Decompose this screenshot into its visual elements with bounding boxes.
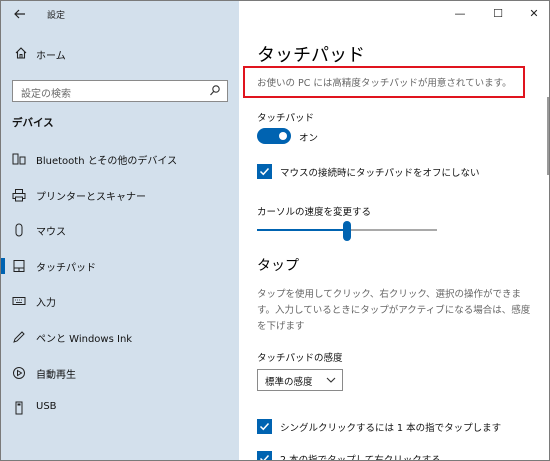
sensitivity-value: 標準の感度 xyxy=(265,377,313,388)
cursor-speed-fill xyxy=(257,229,347,231)
touchpad-label: タッチパッド xyxy=(257,113,315,124)
title-bar: 設定 xyxy=(1,1,239,29)
sidebar-item-label: ペンと Windows Ink xyxy=(36,334,133,345)
keyboard-icon xyxy=(12,297,26,305)
search-icon xyxy=(210,85,220,96)
section-label-devices: デバイス xyxy=(12,117,54,129)
sidebar-item-label: 自動再生 xyxy=(36,370,76,381)
page-title: タッチパッド xyxy=(257,45,365,66)
usb-icon xyxy=(15,401,23,415)
two-finger-tap-label: 2 本の指でタップして右クリックする xyxy=(280,455,441,461)
app-title: 設定 xyxy=(47,11,66,21)
maximize-button[interactable]: ☐ xyxy=(481,1,515,29)
home-icon xyxy=(15,47,27,59)
sidebar-item-touchpad[interactable]: タッチパッド xyxy=(1,251,239,281)
checkmark-icon xyxy=(259,422,270,431)
cursor-speed-thumb[interactable] xyxy=(343,221,351,241)
search-placeholder: 設定の検索 xyxy=(21,89,71,100)
selected-indicator xyxy=(1,258,5,274)
sidebar-item-label: プリンターとスキャナー xyxy=(36,192,146,203)
pen-icon xyxy=(13,331,25,343)
sidebar-item-label: USB xyxy=(36,401,57,412)
leave-on-with-mouse-checkbox[interactable] xyxy=(257,164,272,179)
tap-description: タップを使用してクリック、右クリック、選択の操作ができます。入力しているときにタ… xyxy=(257,289,531,332)
cursor-speed-label: カーソルの速度を変更する xyxy=(257,207,372,218)
printer-icon xyxy=(12,189,26,202)
home-link[interactable]: ホーム xyxy=(1,41,239,67)
sidebar-item-label: Bluetooth とその他のデバイス xyxy=(36,156,178,167)
sidebar-item-printers[interactable]: プリンターとスキャナー xyxy=(1,180,239,210)
sensitivity-dropdown[interactable]: 標準の感度 xyxy=(257,369,343,391)
sidebar-item-label: 入力 xyxy=(36,298,56,309)
sidebar-item-usb[interactable]: USB xyxy=(1,393,239,423)
single-tap-checkbox[interactable] xyxy=(257,419,272,434)
touchpad-icon xyxy=(13,260,25,272)
sidebar-item-mouse[interactable]: マウス xyxy=(1,215,239,245)
precision-touchpad-info: お使いの PC には高精度タッチパッドが用意されています。 xyxy=(257,78,512,89)
home-label: ホーム xyxy=(36,51,66,62)
tap-section-title: タップ xyxy=(257,258,299,274)
touchpad-toggle[interactable] xyxy=(257,128,291,144)
minimize-button[interactable]: — xyxy=(443,1,477,29)
sidebar-item-bluetooth[interactable]: Bluetooth とその他のデバイス xyxy=(1,144,239,174)
mouse-icon xyxy=(15,223,23,237)
search-input[interactable]: 設定の検索 xyxy=(12,80,228,102)
sidebar: 設定 ホーム 設定の検索 デバイス Bluetooth とその他のデバイス プリ… xyxy=(1,1,239,460)
sensitivity-label: タッチパッドの感度 xyxy=(257,353,343,364)
back-arrow-icon xyxy=(14,9,25,19)
toggle-knob xyxy=(279,132,287,140)
scrollbar[interactable] xyxy=(547,97,549,175)
sidebar-item-label: タッチパッド xyxy=(36,263,96,274)
sidebar-item-label: マウス xyxy=(36,227,66,238)
single-tap-label: シングルクリックするには 1 本の指でタップします xyxy=(280,423,502,434)
two-finger-tap-checkbox[interactable] xyxy=(257,451,272,460)
checkmark-icon xyxy=(259,167,270,176)
close-button[interactable]: ✕ xyxy=(517,1,549,29)
settings-window: 設定 ホーム 設定の検索 デバイス Bluetooth とその他のデバイス プリ… xyxy=(0,0,550,461)
checkmark-icon xyxy=(259,454,270,460)
leave-on-with-mouse-label: マウスの接続時にタッチパッドをオフにしない xyxy=(280,168,480,179)
sidebar-item-pen[interactable]: ペンと Windows Ink xyxy=(1,322,239,352)
main-content: — ☐ ✕ タッチパッド お使いの PC には高精度タッチパッドが用意されていま… xyxy=(239,1,549,461)
sidebar-item-typing[interactable]: 入力 xyxy=(1,286,239,316)
sidebar-item-autoplay[interactable]: 自動再生 xyxy=(1,358,239,388)
back-button[interactable] xyxy=(11,5,29,23)
autoplay-icon xyxy=(13,367,25,379)
toggle-state-text: オン xyxy=(299,133,319,144)
chevron-down-icon xyxy=(326,377,336,383)
bluetooth-devices-icon xyxy=(12,153,26,165)
